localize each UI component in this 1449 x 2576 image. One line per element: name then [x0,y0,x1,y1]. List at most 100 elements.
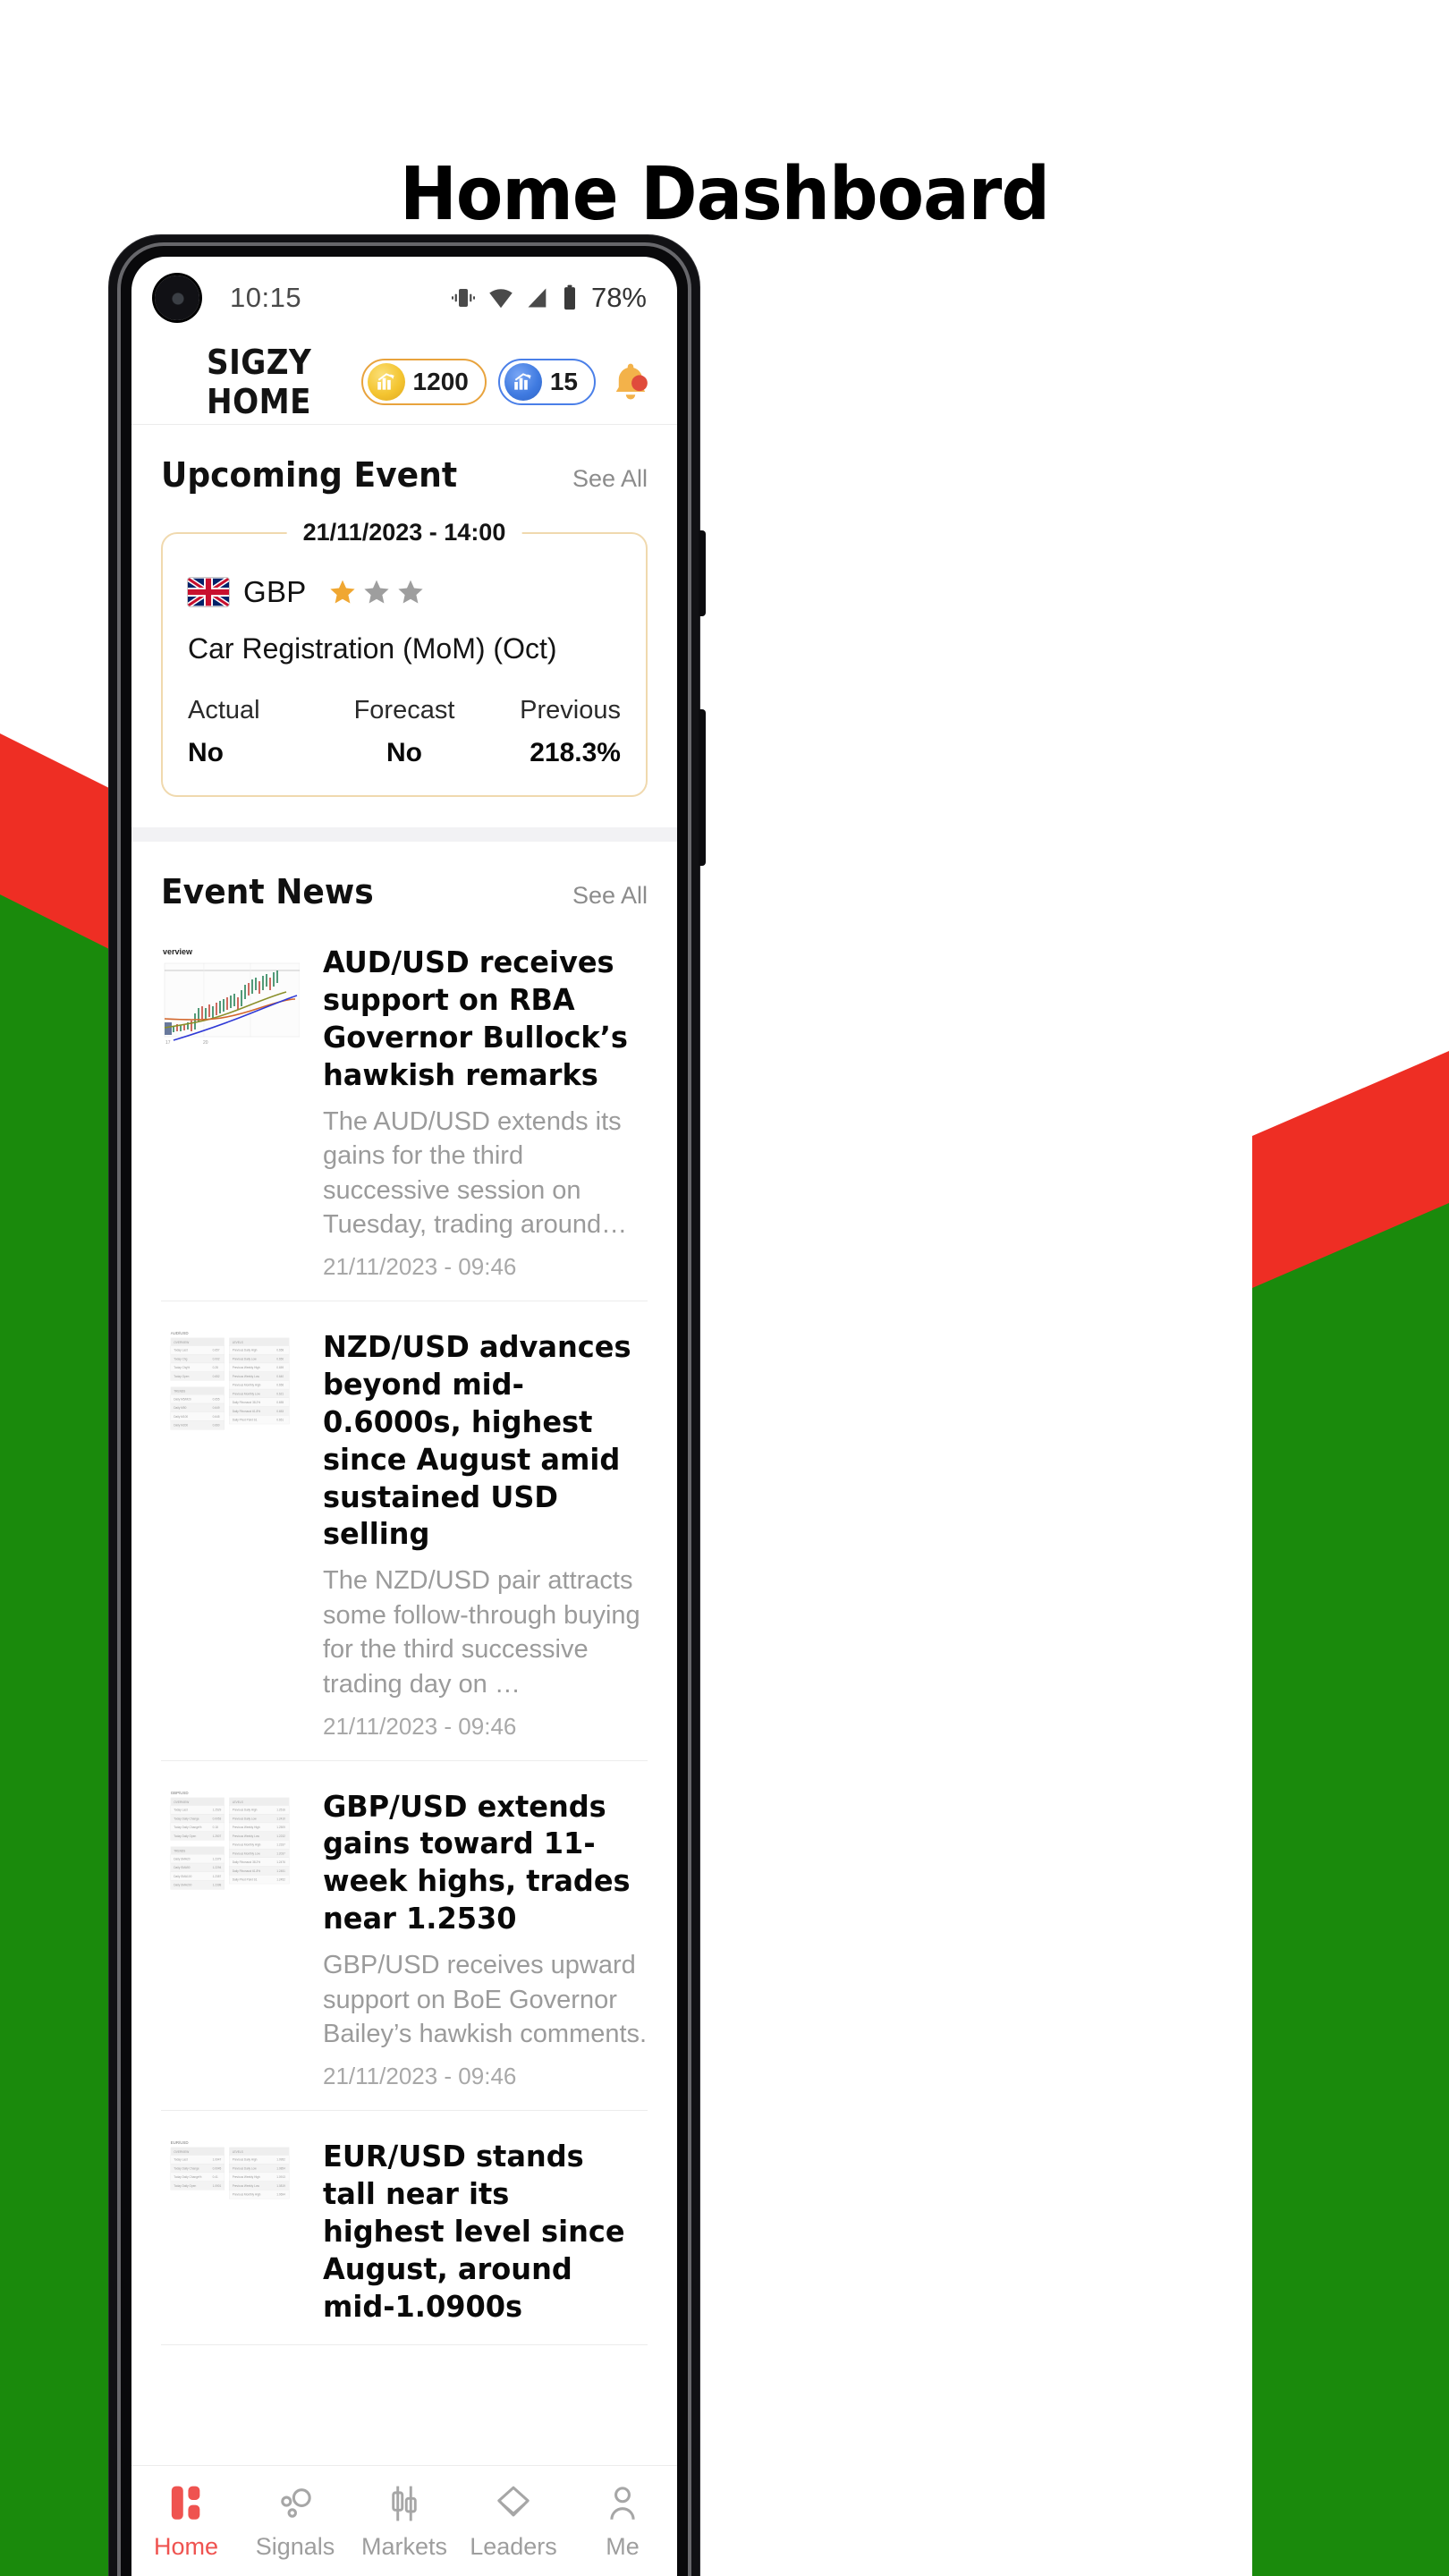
news-list-item[interactable]: GBP/USD OVERVIEW Today Last 1.2529 Today… [161,1761,648,2111]
svg-text:TRENDS: TRENDS [174,1849,185,1852]
gems-badge[interactable]: 15 [497,358,596,405]
news-description: GBP/USD receives upward support on BoE G… [323,1951,648,2049]
svg-text:Previous Weekly High: Previous Weekly High [233,1366,260,1369]
svg-text:Daily SMA200: Daily SMA200 [174,1883,191,1886]
svg-text:Previous Weekly High: Previous Weekly High [233,1826,260,1829]
battery-icon [561,284,579,311]
status-time: 10:15 [230,282,302,313]
svg-text:Daily Fibonacci 38.2%: Daily Fibonacci 38.2% [233,1401,261,1404]
app-header: SIGZY HOME 1200 15 [131,339,677,425]
svg-text:OVERVIEW: OVERVIEW [174,2150,189,2154]
nav-label: Leaders [470,2533,557,2560]
nav-item-signals[interactable]: Signals [241,2484,350,2561]
leaders-graduation-icon [494,2484,533,2523]
event-stats: Actual No Forecast No Previous 218.3% [188,696,621,768]
event-datetime: 21/11/2023 - 14:00 [286,513,522,552]
bg-green-right [1252,1203,1449,2576]
battery-percent: 78% [590,282,647,313]
event-stat-actual: Actual No [188,696,332,768]
front-camera [155,275,199,320]
svg-text:0.658: 0.658 [276,1349,284,1352]
section-divider [131,827,677,842]
data-table-thumb: AUD/USD OVERVIEW Today Last 0.657 Today … [161,1327,300,1431]
svg-text:1.0694: 1.0694 [276,2192,285,2196]
svg-text:17: 17 [165,1040,171,1046]
status-bar: 10:15 78% [131,257,677,339]
svg-text:0.0053: 0.0053 [213,1817,222,1820]
news-text: NZD/USD advances beyond mid-0.6000s, hig… [323,1328,648,1741]
see-all-event-news[interactable]: See All [572,882,648,910]
svg-text:1.2451: 1.2451 [276,1868,285,1872]
svg-text:Today Chg: Today Chg [174,1357,187,1360]
svg-text:Today Chg%: Today Chg% [174,1366,190,1369]
svg-text:Previous Daily High: Previous Daily High [233,1808,258,1811]
svg-text:Daily Pivot Point S1: Daily Pivot Point S1 [233,1877,258,1881]
svg-text:Previous Monthly High: Previous Monthly High [233,1383,261,1386]
see-all-upcoming-event[interactable]: See All [572,465,648,493]
svg-text:0.621: 0.621 [276,1392,284,1395]
nav-item-me[interactable]: Me [568,2484,677,2561]
svg-text:1.2232: 1.2232 [276,1834,285,1837]
svg-text:0.656: 0.656 [276,1383,284,1386]
news-list-item[interactable]: EUR/USD OVERVIEW Today Last 1.0947 Today… [161,2111,648,2346]
coins-value: 1200 [412,367,469,395]
svg-text:1.0947: 1.0947 [213,2158,222,2162]
svg-text:0.41: 0.41 [213,2175,218,2179]
event-news-section: Event News See All verview 17 20 AUD/USD… [131,842,677,2346]
nav-label: Home [153,2533,219,2560]
svg-text:Today Daily Open: Today Daily Open [174,1834,196,1837]
screen-content: Upcoming Event See All 21/11/2023 - 14:0… [131,425,677,2576]
svg-text:OVERVIEW: OVERVIEW [174,1341,189,1344]
uk-flag-icon [188,578,229,606]
wifi-icon [487,284,514,311]
signal-icon [525,285,550,310]
svg-text:Previous Daily Low: Previous Daily Low [233,1817,258,1820]
phone-frame: 10:15 78% SIGZY HOME 1200 15 Upcoming Ev… [109,235,706,2576]
bottom-navigation: Home Signals Markets Leaders Me [131,2466,677,2576]
news-list-item[interactable]: verview 17 20 AUD/USD receives support o… [161,911,648,1301]
svg-text:20: 20 [203,1040,208,1046]
svg-text:Daily Fibonacci 61.8%: Daily Fibonacci 61.8% [233,1868,261,1872]
section-title-event-news: Event News [161,872,374,911]
svg-text:Daily Pivot Point S1: Daily Pivot Point S1 [233,1418,258,1421]
upcoming-event-card-wrap: 21/11/2023 - 14:00 GBP Car Registration … [161,495,648,827]
event-currency: GBP [243,575,307,608]
news-list-item[interactable]: AUD/USD OVERVIEW Today Last 0.657 Today … [161,1301,648,1761]
nav-item-leaders[interactable]: Leaders [459,2484,568,2561]
svg-text:1.2294: 1.2294 [213,1866,222,1869]
svg-text:Daily SMA20: Daily SMA20 [174,1857,191,1860]
svg-text:Previous Monthly Low: Previous Monthly Low [233,1392,261,1395]
svg-text:GBP/USD: GBP/USD [171,1791,189,1795]
svg-text:1.2410: 1.2410 [276,1817,285,1820]
svg-text:Previous Daily High: Previous Daily High [233,2158,258,2162]
bell-icon[interactable] [607,359,654,405]
app-logo: SIGZY HOME [207,342,312,421]
nav-item-markets[interactable]: Markets [350,2484,459,2561]
bg-red-band-right [1252,1051,1449,1355]
header-actions: 1200 15 [360,358,654,405]
svg-text:Today Last: Today Last [174,1349,187,1352]
phone-button-volume[interactable] [699,530,706,616]
signals-icon [276,2484,314,2523]
data-table-thumb: EUR/USD OVERVIEW Today Last 1.0947 Today… [161,2137,300,2241]
svg-text:0.652: 0.652 [213,1375,220,1378]
svg-text:0.002: 0.002 [213,1357,220,1360]
svg-text:Daily SMA100: Daily SMA100 [174,1875,191,1878]
svg-text:Daily SMA50: Daily SMA50 [174,1866,191,1869]
phone-button-power[interactable] [699,709,706,866]
candlestick-chart-thumb: verview 17 20 [161,944,300,1046]
event-card[interactable]: GBP Car Registration (MoM) (Oct) Actual … [161,532,648,797]
nav-item-home[interactable]: Home [131,2484,241,2561]
svg-text:Previous Weekly High: Previous Weekly High [233,2175,260,2179]
stat-value: No [188,738,224,767]
stat-label: Previous [520,696,621,724]
svg-text:Today Last: Today Last [174,1808,187,1811]
coins-badge[interactable]: 1200 [360,358,487,405]
svg-text:Previous Daily Low: Previous Daily Low [233,2166,258,2170]
svg-text:0.645: 0.645 [213,1415,220,1419]
vibrate-icon [450,284,477,311]
event-stat-forecast: Forecast No [332,696,476,768]
svg-text:1.2507: 1.2507 [213,1834,222,1837]
news-text: EUR/USD stands tall near its highest lev… [323,2138,648,2326]
impact-stars [328,578,425,606]
